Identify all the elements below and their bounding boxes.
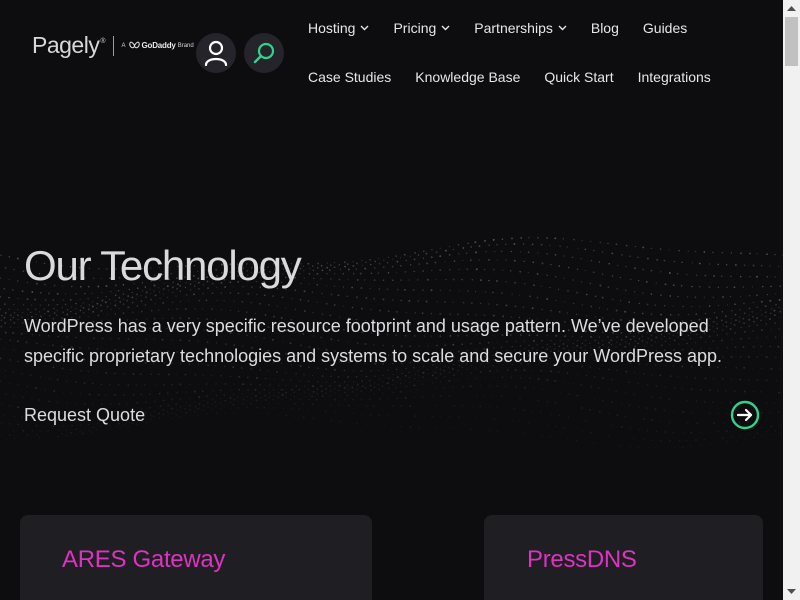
nav-item-label: Blog <box>590 20 619 36</box>
card-title: PressDNS <box>527 546 637 573</box>
logo-registered-mark: ® <box>100 38 106 45</box>
card-pressdns[interactable]: PressDNS <box>484 515 763 600</box>
user-icon <box>204 40 228 66</box>
card-ares-gateway[interactable]: ARES Gateway <box>20 515 372 600</box>
nav-item-hosting[interactable]: Hosting <box>308 20 369 36</box>
nav-item-guides[interactable]: Guides <box>643 20 687 36</box>
nav-item-label: Pricing <box>393 20 437 36</box>
logo-wordmark: Pagely <box>32 32 100 58</box>
chevron-down-icon <box>441 25 450 31</box>
account-button[interactable] <box>196 33 236 73</box>
nav-item-label: Partnerships <box>474 20 553 36</box>
brand-suffix: Brand <box>177 42 194 49</box>
nav-item-quick-start[interactable]: Quick Start <box>544 69 613 85</box>
brand-name: GoDaddy <box>141 41 176 50</box>
nav-item-blog[interactable]: Blog <box>591 20 619 36</box>
nav-item-partnerships[interactable]: Partnerships <box>474 20 567 36</box>
search-button[interactable] <box>244 33 284 73</box>
nav-item-label: Guides <box>642 20 688 36</box>
arrow-right-circle-icon[interactable] <box>730 400 760 430</box>
scrollbar-thumb[interactable] <box>785 17 798 66</box>
nav-item-integrations[interactable]: Integrations <box>638 69 711 85</box>
nav-item-label: Knowledge Base <box>415 69 521 85</box>
hero-description: WordPress has a very specific resource f… <box>24 316 723 366</box>
nav-row-primary: Hosting Pricing Partnerships Blog Guides <box>308 20 711 36</box>
hero-title: Our Technology <box>24 242 302 289</box>
card-title: ARES Gateway <box>62 546 226 573</box>
nav-item-label: Integrations <box>637 69 711 85</box>
brand-prefix: A <box>121 42 126 49</box>
nav-item-knowledge-base[interactable]: Knowledge Base <box>415 69 520 85</box>
search-icon <box>253 42 275 64</box>
nav-item-pricing[interactable]: Pricing <box>393 20 450 36</box>
request-quote-link[interactable]: Request Quote <box>24 400 760 430</box>
nav-row-secondary: Case Studies Knowledge Base Quick Start … <box>308 69 735 85</box>
scroll-down-arrow-icon[interactable] <box>783 583 800 600</box>
nav-item-label: Case Studies <box>308 69 392 85</box>
nav-item-label: Hosting <box>308 20 356 36</box>
chevron-down-icon <box>558 25 567 31</box>
request-quote-label: Request Quote <box>24 404 146 425</box>
logo[interactable]: Pagely ® A GoDaddy Brand <box>32 32 194 59</box>
vertical-scrollbar[interactable] <box>783 0 800 600</box>
nav-item-label: Quick Start <box>544 69 614 85</box>
logo-divider <box>112 35 114 56</box>
nav-item-case-studies[interactable]: Case Studies <box>308 69 391 85</box>
chevron-down-icon <box>360 25 369 31</box>
scroll-up-arrow-icon[interactable] <box>783 0 800 17</box>
godaddy-logo-icon <box>128 41 140 49</box>
page: Pagely ® A GoDaddy Brand Hosting Pricing… <box>0 0 783 600</box>
